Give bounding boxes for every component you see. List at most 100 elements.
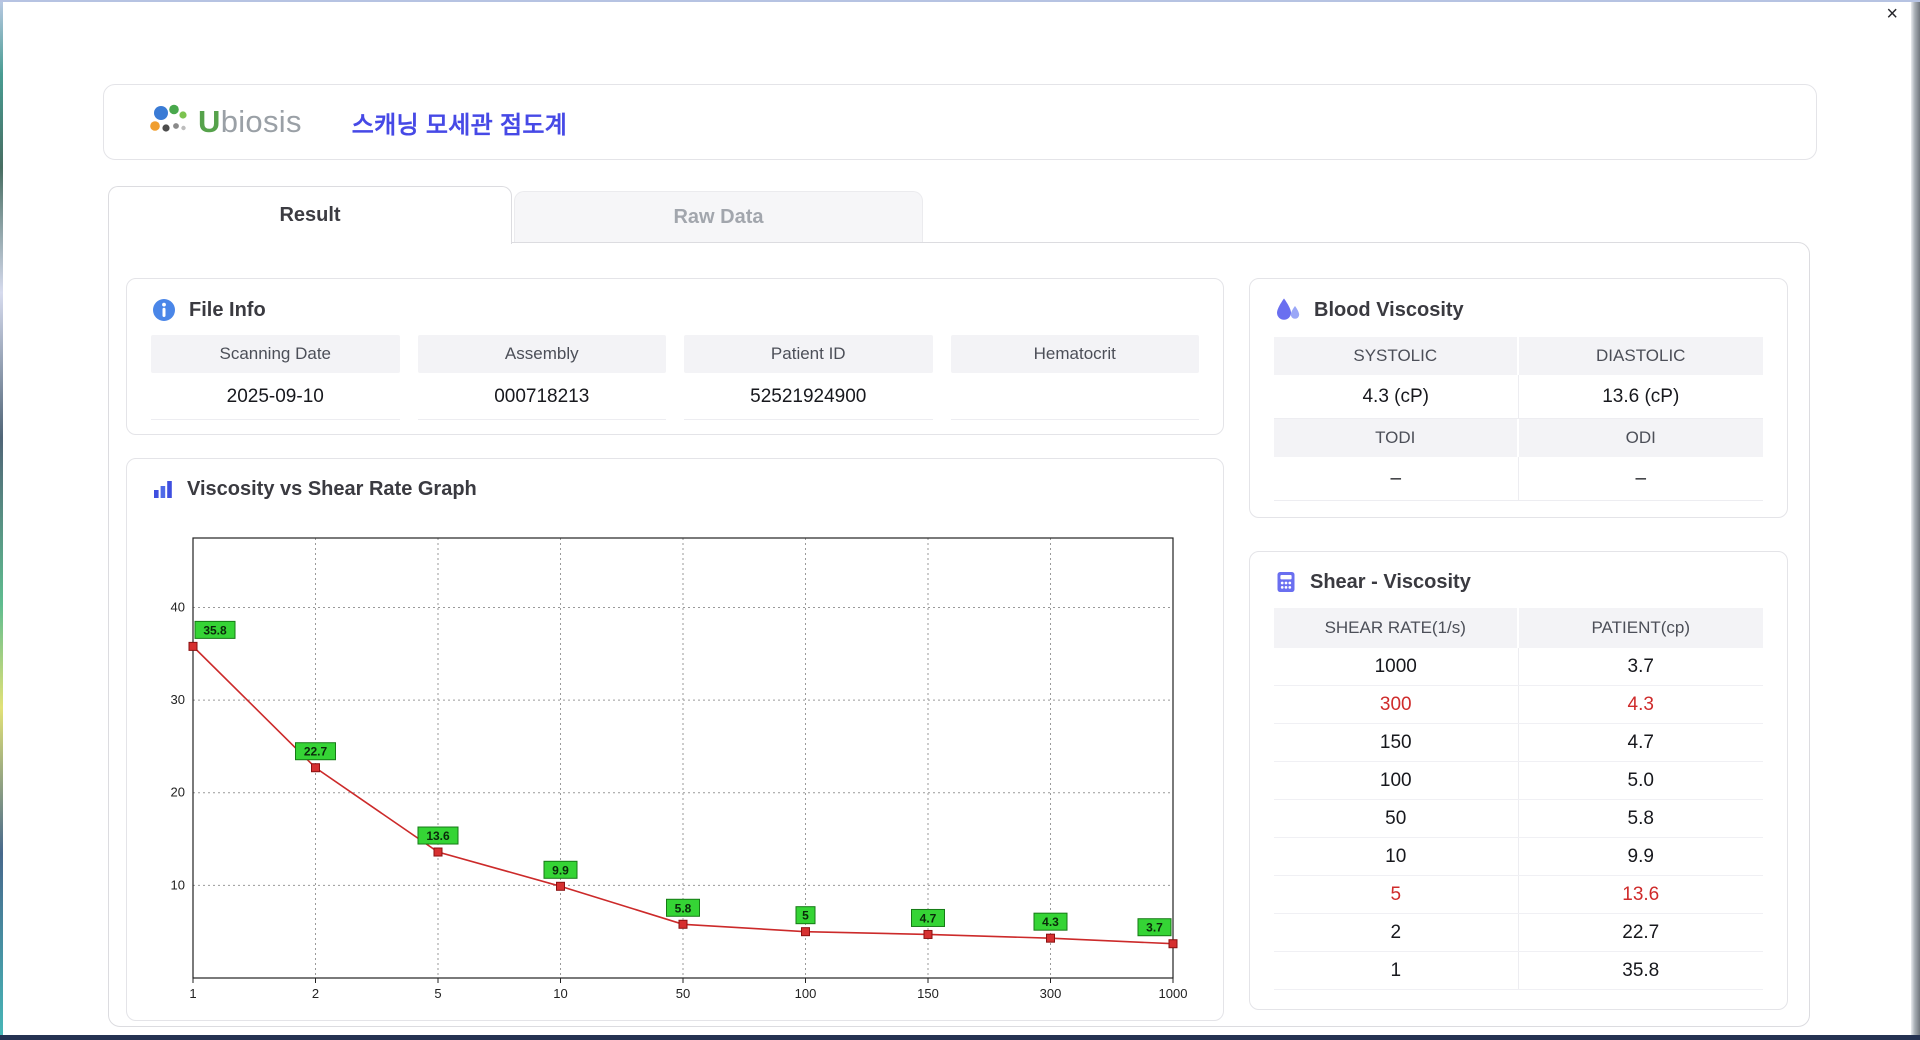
shear-rate-value: 2 xyxy=(1274,914,1519,951)
shear-rate-value: 1 xyxy=(1274,952,1519,989)
graph-header: Viscosity vs Shear Rate Graph xyxy=(127,459,1223,511)
svg-text:150: 150 xyxy=(917,986,939,1001)
blood-viscosity-header: Blood Viscosity xyxy=(1250,279,1787,333)
odi-value: – xyxy=(1518,457,1763,501)
table-row: 150 4.7 xyxy=(1274,724,1763,762)
svg-text:35.8: 35.8 xyxy=(203,623,227,637)
diastolic-label: DIASTOLIC xyxy=(1518,337,1763,375)
svg-text:4.3: 4.3 xyxy=(1042,915,1059,929)
shear-viscosity-card: Shear - Viscosity SHEAR RATE(1/s) PATIEN… xyxy=(1249,551,1788,1010)
field-assembly: Assembly 000718213 xyxy=(417,335,666,420)
shear-viscosity-header: Shear - Viscosity xyxy=(1250,552,1787,604)
viscosity-chart: 10 20 30 40 1 2 5 10 50 100 150 300 1000 35.8 22.7 13.6… xyxy=(171,537,1188,1001)
blood-viscosity-title: Blood Viscosity xyxy=(1314,298,1464,321)
svg-text:1: 1 xyxy=(189,986,196,1001)
shear-rate-value: 5 xyxy=(1274,876,1519,913)
table-row: 100 5.0 xyxy=(1274,762,1763,800)
logo-letter-u: U xyxy=(198,104,221,139)
shear-rate-column-header: SHEAR RATE(1/s) xyxy=(1274,608,1519,648)
patient-viscosity-value: 22.7 xyxy=(1622,922,1660,943)
patient-viscosity-value: 35.8 xyxy=(1622,960,1660,981)
svg-text:22.7: 22.7 xyxy=(304,745,328,759)
table-row: 50 5.8 xyxy=(1274,800,1763,838)
svg-text:50: 50 xyxy=(676,986,690,1001)
svg-text:5: 5 xyxy=(802,909,809,923)
page-title: 스캐닝 모세관 점도계 xyxy=(351,111,568,139)
window-bottom-border xyxy=(0,1035,1920,1040)
shear-rate-value: 100 xyxy=(1274,762,1519,799)
file-info-card: File Info Scanning Date 2025-09-10 Assem… xyxy=(126,278,1224,435)
field-label: Patient ID xyxy=(684,335,933,373)
systolic-label: SYSTOLIC xyxy=(1274,337,1519,375)
field-patient-id: Patient ID 52521924900 xyxy=(684,335,933,420)
field-label: Scanning Date xyxy=(151,335,400,373)
svg-text:300: 300 xyxy=(1040,986,1062,1001)
ubiosis-logo: Ubiosis xyxy=(146,102,302,142)
shear-viscosity-title: Shear - Viscosity xyxy=(1310,570,1471,593)
screen-edge-strip-right xyxy=(1911,2,1920,1040)
graph-title: Viscosity vs Shear Rate Graph xyxy=(187,477,477,500)
systolic-value: 4.3 (cP) xyxy=(1274,375,1519,419)
table-row: 5 13.6 xyxy=(1274,876,1763,914)
svg-text:1000: 1000 xyxy=(1159,986,1188,1001)
field-value: 2025-09-10 xyxy=(151,373,400,420)
file-info-title: File Info xyxy=(189,298,266,321)
svg-text:9.9: 9.9 xyxy=(552,863,569,877)
shear-rate-value: 50 xyxy=(1274,800,1519,837)
file-info-fields: Scanning Date 2025-09-10 Assembly 000718… xyxy=(127,333,1223,420)
shear-rate-value: 300 xyxy=(1274,686,1519,723)
svg-text:10: 10 xyxy=(171,877,185,892)
shear-viscosity-table: SHEAR RATE(1/s) PATIENT(cp) 1000 3.7 300… xyxy=(1274,608,1763,990)
tab-raw-data[interactable]: Raw Data xyxy=(514,191,923,242)
shear-rate-value: 150 xyxy=(1274,724,1519,761)
bar-chart-icon xyxy=(154,481,172,498)
table-row: 1000 3.7 xyxy=(1274,648,1763,686)
patient-viscosity-value: 13.6 xyxy=(1622,884,1660,905)
svg-text:3.7: 3.7 xyxy=(1146,921,1163,935)
svg-text:2: 2 xyxy=(312,986,319,1001)
droplets-icon xyxy=(1277,298,1300,320)
field-hematocrit: Hematocrit xyxy=(950,335,1199,420)
shear-rate-value: 10 xyxy=(1274,838,1519,875)
table-row: 1 35.8 xyxy=(1274,952,1763,990)
patient-viscosity-value: 4.7 xyxy=(1627,732,1654,753)
close-icon[interactable]: × xyxy=(1880,3,1904,25)
logo-text: Ubiosis xyxy=(198,104,302,140)
info-icon xyxy=(153,299,175,321)
todi-label: TODI xyxy=(1274,419,1519,457)
calculator-icon xyxy=(1277,572,1295,592)
file-info-header: File Info xyxy=(127,279,1223,333)
patient-viscosity-value: 3.7 xyxy=(1627,656,1654,677)
tab-result[interactable]: Result xyxy=(108,186,512,244)
viscosity-graph-card: Viscosity vs Shear Rate Graph 10 20 30 40 1 2… xyxy=(126,458,1224,1021)
ubiosis-logo-icon xyxy=(150,104,187,132)
field-value: 000718213 xyxy=(417,373,666,420)
odi-label: ODI xyxy=(1518,419,1763,457)
svg-text:30: 30 xyxy=(171,692,185,707)
patient-viscosity-value: 5.0 xyxy=(1627,770,1654,791)
screen-edge-artifact-left xyxy=(0,2,3,1040)
svg-text:5: 5 xyxy=(434,986,441,1001)
field-label: Hematocrit xyxy=(950,335,1199,373)
patient-viscosity-value: 5.8 xyxy=(1627,808,1654,829)
field-value xyxy=(950,373,1199,420)
field-scanning-date: Scanning Date 2025-09-10 xyxy=(151,335,400,420)
todi-value: – xyxy=(1274,457,1519,501)
blood-viscosity-card: Blood Viscosity SYSTOLIC DIASTOLIC 4.3 (… xyxy=(1249,278,1788,518)
field-label: Assembly xyxy=(417,335,666,373)
blood-viscosity-table: SYSTOLIC DIASTOLIC 4.3 (cP) 13.6 (cP) TO… xyxy=(1274,337,1763,501)
shear-rate-value: 1000 xyxy=(1274,648,1519,685)
logo-rest: biosis xyxy=(220,104,302,139)
field-value: 52521924900 xyxy=(684,373,933,420)
svg-text:10: 10 xyxy=(553,986,567,1001)
table-row: 300 4.3 xyxy=(1274,686,1763,724)
patient-viscosity-value: 9.9 xyxy=(1627,846,1654,867)
svg-text:40: 40 xyxy=(171,599,185,614)
svg-text:20: 20 xyxy=(171,785,185,800)
svg-text:5.8: 5.8 xyxy=(675,901,692,915)
patient-viscosity-value: 4.3 xyxy=(1627,694,1654,715)
svg-text:13.6: 13.6 xyxy=(426,829,450,843)
patient-column-header: PATIENT(cp) xyxy=(1518,608,1763,648)
table-header-row: SHEAR RATE(1/s) PATIENT(cp) xyxy=(1274,608,1763,648)
diastolic-value: 13.6 (cP) xyxy=(1518,375,1763,419)
